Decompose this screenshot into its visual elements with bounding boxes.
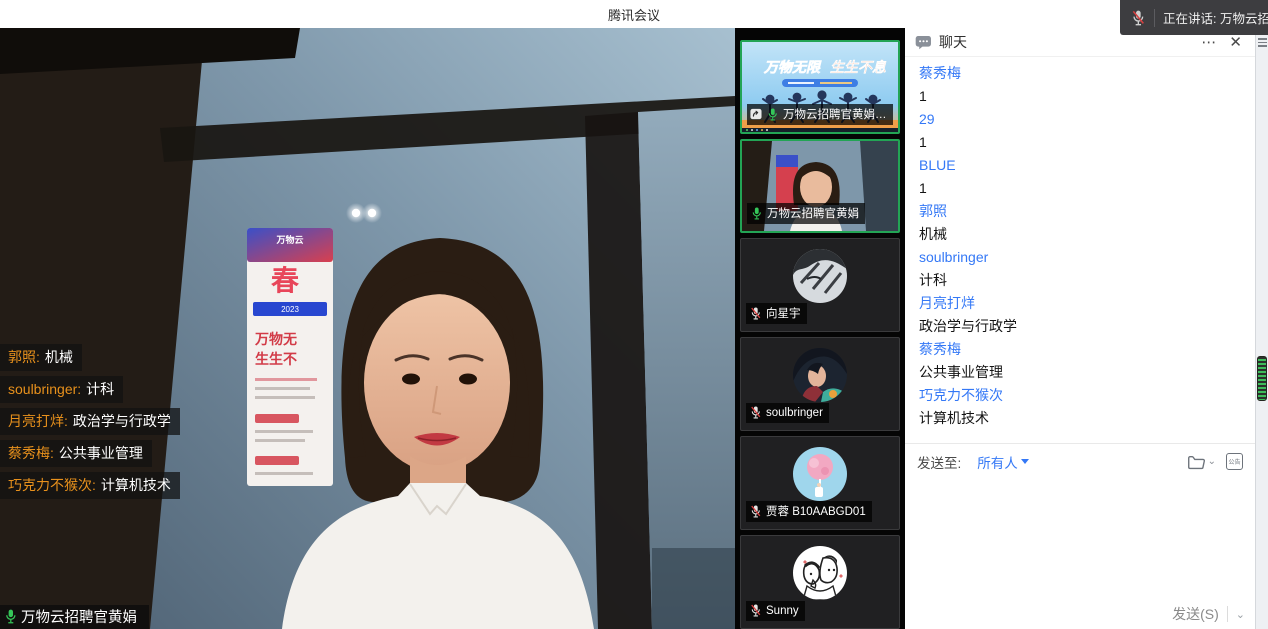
chat-message: 1: [919, 177, 1241, 200]
speaking-toast: 正在讲话: 万物云招聘: [1120, 0, 1268, 35]
mic-muted-icon: [749, 603, 762, 618]
thumbnail-label: 万物云招聘官黄娟: [747, 203, 865, 224]
mic-on-icon: [3, 608, 18, 625]
chevron-down-icon: [1021, 459, 1029, 464]
send-button[interactable]: 发送(S): [1172, 604, 1219, 624]
window-title: 腾讯会议: [608, 5, 660, 24]
svg-text:万物云: 万物云: [275, 234, 303, 245]
speaker-video-frame: 万物云 春 2023 万物无 生生不: [0, 28, 735, 629]
chat-sender: 蔡秀梅: [919, 338, 1241, 361]
avatar: [793, 348, 847, 402]
overlay-message: 月亮打烊:政治学与行政学: [0, 408, 180, 435]
video-overlay-messages: 郭照:机械 soulbringer:计科 月亮打烊:政治学与行政学 蔡秀梅:公共…: [0, 344, 180, 504]
svg-text:2023: 2023: [281, 305, 299, 314]
thumbnail-camera-speaker[interactable]: 万物云招聘官黄娟: [740, 139, 900, 233]
chat-sender: 月亮打烊: [919, 292, 1241, 315]
chevron-down-icon: ⌄: [1208, 456, 1216, 467]
menu-icon[interactable]: [1258, 38, 1267, 47]
side-panel-edge: [1255, 28, 1268, 629]
chat-message: 计科: [919, 269, 1241, 292]
speaking-toast-text: 正在讲话: 万物云招聘: [1163, 8, 1268, 27]
mic-muted-icon: [749, 504, 762, 519]
chat-sender: 郭照: [919, 200, 1241, 223]
title-bar: 腾讯会议: [0, 0, 1268, 28]
chat-more-button[interactable]: ⋯: [1198, 35, 1219, 50]
chat-bubble-icon: [915, 35, 932, 50]
chat-sender: 蔡秀梅: [919, 62, 1241, 85]
thumbnail-participant[interactable]: Sunny: [740, 535, 900, 629]
overlay-message: 郭照:机械: [0, 344, 82, 371]
announcement-button[interactable]: 公告: [1226, 453, 1243, 470]
send-divider: [1227, 606, 1228, 622]
thumbnail-label: Sunny: [746, 601, 805, 621]
chat-message-list[interactable]: 蔡秀梅 1 29 1 BLUE 1 郭照 机械 soulbringer 计科 月…: [905, 57, 1255, 443]
chat-title: 聊天: [939, 32, 1191, 52]
chat-message-input[interactable]: [905, 479, 1255, 599]
thumbnail-label: 贾蓉 B10AABGD01: [746, 501, 872, 522]
chat-message: 1: [919, 131, 1241, 154]
svg-text:万物无限: 万物无限: [763, 59, 822, 75]
toast-divider: [1154, 9, 1155, 27]
chat-sender: 巧克力不猴次: [919, 384, 1241, 407]
thumbnail-participant[interactable]: 向星宇: [740, 238, 900, 332]
send-options-button[interactable]: ⌄: [1236, 608, 1245, 621]
avatar: [793, 447, 847, 501]
thumbnail-participant[interactable]: soulbringer: [740, 337, 900, 431]
screen-share-icon: [750, 108, 762, 120]
svg-text:生生不: 生生不: [255, 351, 297, 367]
folder-icon: [1187, 454, 1206, 470]
thumbnail-participant[interactable]: 贾蓉 B10AABGD01: [740, 436, 900, 530]
chat-message: 公共事业管理: [919, 361, 1241, 384]
speaker-name-tag: 万物云招聘官黄娟: [0, 605, 149, 629]
chat-message: 政治学与行政学: [919, 315, 1241, 338]
chat-sender: soulbringer: [919, 246, 1241, 269]
overlay-message: soulbringer:计科: [0, 376, 123, 403]
mic-muted-icon: [749, 405, 762, 420]
file-folder-button[interactable]: ⌄: [1187, 454, 1216, 470]
shared-screen-taskbar: [742, 128, 898, 132]
chat-sender: 29: [919, 108, 1241, 131]
send-to-dropdown[interactable]: 所有人: [977, 452, 1029, 472]
chat-send-row: 发送(S) ⌄: [905, 599, 1255, 629]
thumbnail-screen-share[interactable]: 万物无限 生生不息: [740, 40, 900, 134]
chat-panel: 聊天 ⋯ ✕ 蔡秀梅 1 29 1 BLUE 1 郭照 机械 soulbring…: [905, 28, 1255, 629]
overlay-message: 蔡秀梅:公共事业管理: [0, 440, 152, 467]
recruitment-poster: 万物云 春 2023 万物无 生生不: [247, 228, 333, 486]
chat-message: 1: [919, 85, 1241, 108]
svg-text:春: 春: [271, 265, 299, 296]
mic-on-icon: [750, 206, 763, 221]
thumbnail-label: soulbringer: [746, 403, 829, 423]
overlay-message: 巧克力不猴次:计算机技术: [0, 472, 180, 499]
thumbnail-label: 向星宇: [746, 303, 807, 324]
avatar: [793, 546, 847, 600]
mic-muted-icon: [1130, 9, 1146, 27]
thumbnail-label: 万物云招聘官黄娟的...: [747, 104, 893, 125]
meeting-window: 腾讯会议 正在讲话: 万物云招聘: [0, 0, 1268, 629]
svg-text:生生不息: 生生不息: [830, 59, 887, 75]
participant-thumbnails: 万物无限 生生不息: [735, 28, 905, 629]
send-to-label: 发送至:: [917, 452, 961, 472]
svg-text:万物无: 万物无: [254, 331, 297, 347]
chat-message: 机械: [919, 223, 1241, 246]
chat-send-toolbar: 发送至: 所有人 ⌄ 公告: [905, 443, 1255, 479]
chat-sender: BLUE: [919, 154, 1241, 177]
avatar: [793, 249, 847, 303]
chat-message: 计算机技术: [919, 407, 1241, 430]
scrollbar-thumb[interactable]: [1257, 356, 1267, 401]
main-video-stage[interactable]: 万物云 春 2023 万物无 生生不: [0, 28, 735, 629]
chat-close-button[interactable]: ✕: [1226, 35, 1245, 50]
mic-muted-icon: [749, 306, 762, 321]
mic-on-icon: [766, 107, 779, 122]
